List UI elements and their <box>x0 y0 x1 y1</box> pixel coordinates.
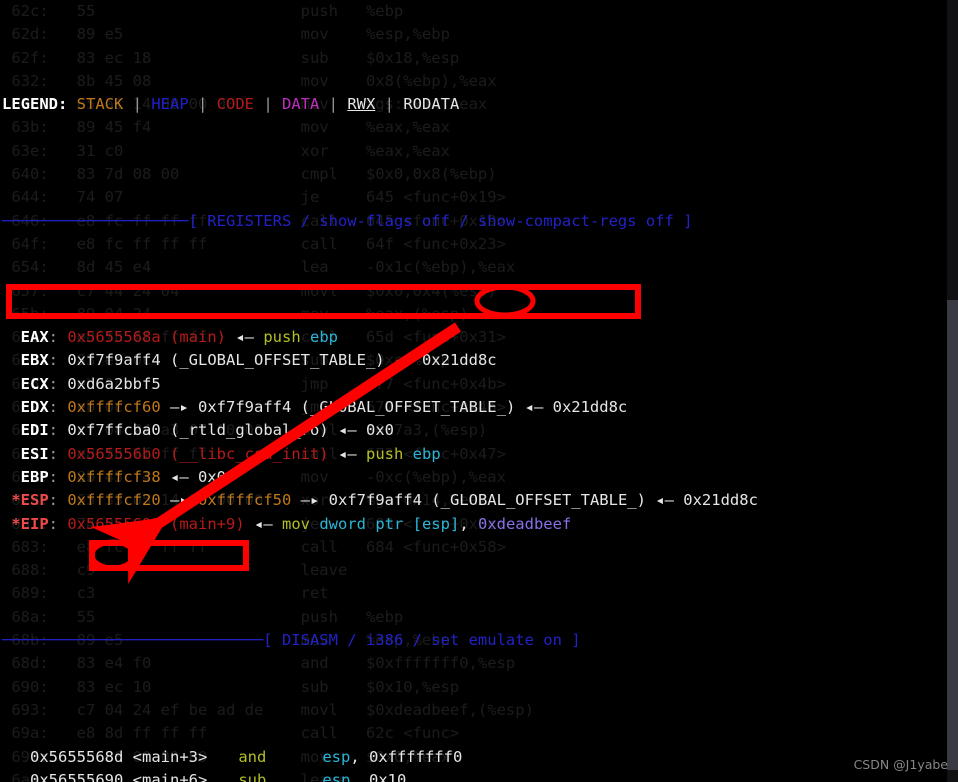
register-value-esi: 0x565556b0 <box>67 444 161 463</box>
disasm-row: 0x56555690 <main+6> sub esp, 0x10 <box>0 769 958 782</box>
disassembly-list: 0x5655568d <main+3> and esp, 0xfffffff0 … <box>0 746 958 782</box>
legend-item-data: DATA <box>282 95 320 114</box>
register-value-ebx: 0xf7f9aff4 <box>67 351 161 370</box>
disasm-address: 0x56555690 <box>30 770 124 782</box>
scrollbar-track[interactable] <box>947 0 958 782</box>
register-value-edx: 0xffffcf60 <box>67 398 161 417</box>
legend-label: LEGEND: <box>2 95 68 114</box>
disasm-row: 0x5655568d <main+3> and esp, 0xfffffff0 <box>30 747 463 766</box>
register-value-edi: 0xf7ffcba0 <box>67 421 161 440</box>
legend-item-rodata: RODATA <box>403 95 460 114</box>
disasm-address: 0x5655568d <box>30 747 124 766</box>
disasm-section-header: ────────────────────────────[ DISASM / i… <box>2 631 581 650</box>
registers-section-header: ────────────────────[ REGISTERS / show-f… <box>2 211 693 230</box>
register-name-ebp: EBP <box>20 467 49 486</box>
scrollbar-thumb[interactable] <box>947 300 958 770</box>
register-row: EDX: 0xffffcf60 —▸ 0xf7f9aff4 (_GLOBAL_O… <box>20 398 628 417</box>
legend-item-stack: STACK <box>76 95 124 114</box>
disasm-mnemonic: sub <box>238 770 295 782</box>
disasm-mnemonic: and <box>238 747 295 766</box>
register-row: *EIP: 0x56555693 (main+9) ◂— mov dword p… <box>2 514 572 533</box>
register-name-esi: ESI <box>20 444 49 463</box>
registers-list: EAX: 0x5655568a (main) ◂— push ebp EBX: … <box>0 326 958 536</box>
disasm-symbol: <main+3> <box>123 747 236 766</box>
legend-row: LEGEND: STACK | HEAP | CODE | DATA | RWX… <box>2 95 460 114</box>
pwndbg-output: LEGEND: STACK | HEAP | CODE | DATA | RWX… <box>0 0 958 782</box>
register-name-esp: ESP <box>20 491 49 510</box>
register-row: EDI: 0xf7ffcba0 (_rtld_global_ro) ◂— 0x0 <box>20 421 394 440</box>
legend-item-heap: HEAP <box>151 95 189 114</box>
legend-item-code: CODE <box>216 95 254 114</box>
register-name-eax: EAX <box>20 328 49 347</box>
register-name-eip: EIP <box>20 514 49 533</box>
disasm-symbol: <main+6> <box>123 770 236 782</box>
legend-item-rwx: RWX <box>347 95 376 114</box>
register-row: EAX: 0x5655568a (main) ◂— push ebp <box>20 328 338 347</box>
register-name-ecx: ECX <box>20 374 49 393</box>
register-value-eax: 0x5655568a <box>67 328 161 347</box>
register-name-edi: EDI <box>20 421 49 440</box>
register-value-eip: 0x56555693 <box>67 514 161 533</box>
register-value-esp: 0xffffcf20 <box>67 491 161 510</box>
register-row: EBX: 0xf7f9aff4 (_GLOBAL_OFFSET_TABLE_) … <box>20 351 497 370</box>
register-value-ebp: 0xffffcf38 <box>67 467 161 486</box>
register-row: EBP: 0xffffcf38 ◂— 0x0 <box>20 467 226 486</box>
register-row: ECX: 0xd6a2bbf5 <box>20 374 161 393</box>
register-name-ebx: EBX <box>20 351 49 370</box>
register-value-ecx: 0xd6a2bbf5 <box>67 374 161 393</box>
register-row: ESI: 0x565556b0 (__libc_csu_init) ◂— pus… <box>20 444 441 463</box>
register-row: *ESP: 0xffffcf20 —▸ 0xffffcf50 —▸ 0xf7f9… <box>2 491 758 510</box>
register-name-edx: EDX <box>20 398 49 417</box>
terminal-screen: 62c: 55 push %ebp 62d: 89 e5 mov %esp,%e… <box>0 0 958 782</box>
watermark-label: CSDN @J1yabe <box>853 756 948 772</box>
